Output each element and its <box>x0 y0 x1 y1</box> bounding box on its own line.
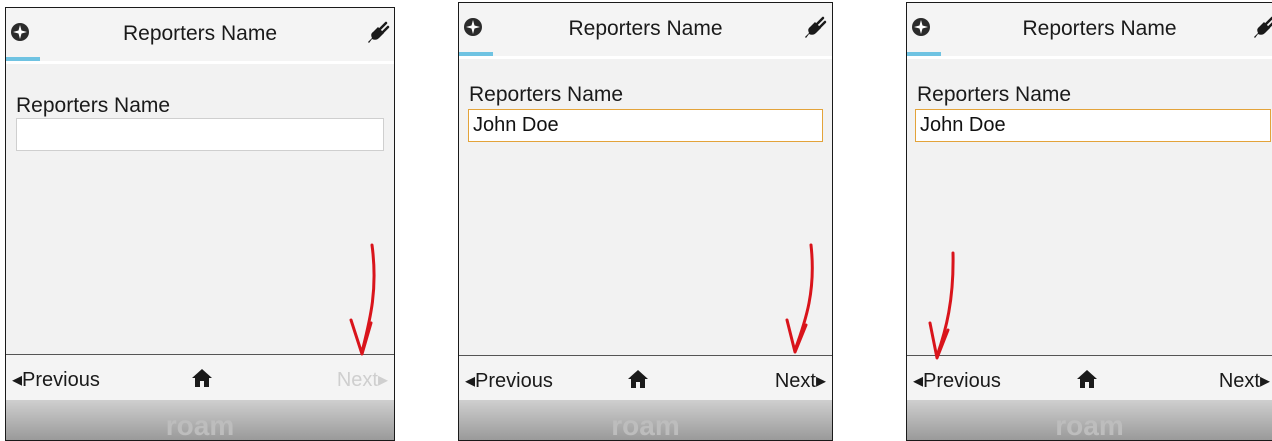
top-bar: Reporters Name <box>6 8 394 62</box>
page-title: Reporters Name <box>568 17 723 40</box>
plug-icon[interactable] <box>803 16 827 40</box>
next-button[interactable]: Next▸ <box>775 368 826 393</box>
caret-right-icon: ▸ <box>815 370 826 392</box>
previous-label: Previous <box>22 369 100 391</box>
next-button[interactable]: Next▸ <box>337 367 388 392</box>
field-label: Reporters Name <box>16 94 171 117</box>
page-title: Reporters Name <box>122 22 278 45</box>
brand-footer: roam <box>459 400 832 440</box>
bottom-nav: ◂Previous Next▸ <box>907 355 1272 402</box>
next-label: Next <box>774 370 816 392</box>
next-button[interactable]: Next▸ <box>1219 368 1270 393</box>
caret-left-icon: ◂ <box>465 370 476 392</box>
next-label: Next <box>336 369 378 391</box>
previous-button[interactable]: ◂Previous <box>12 367 100 392</box>
field-label: Reporters Name <box>469 83 624 106</box>
phone-screen-2: Reporters Name Reporters Name John Doe ◂… <box>458 2 833 441</box>
caret-right-icon: ▸ <box>377 369 388 391</box>
divider <box>907 56 1272 59</box>
top-bar: Reporters Name <box>459 3 832 57</box>
previous-label: Previous <box>475 370 553 392</box>
phone-screen-1: Reporters Name Reporters Name ◂Previous … <box>5 7 395 441</box>
reporters-name-input[interactable]: John Doe <box>468 109 823 142</box>
caret-right-icon: ▸ <box>1259 370 1270 392</box>
home-icon[interactable] <box>191 368 213 388</box>
caret-left-icon: ◂ <box>913 370 924 392</box>
brand-footer: roam <box>907 400 1272 440</box>
brand-footer: roam <box>6 400 394 440</box>
previous-button[interactable]: ◂Previous <box>913 368 1001 393</box>
next-label: Next <box>1218 370 1260 392</box>
home-icon[interactable] <box>627 369 649 389</box>
divider <box>6 61 394 64</box>
bottom-nav: ◂Previous Next▸ <box>459 355 832 402</box>
phone-screen-3: Reporters Name Reporters Name John Doe ◂… <box>906 2 1272 441</box>
top-bar: Reporters Name <box>907 3 1272 57</box>
plug-icon[interactable] <box>1252 16 1272 40</box>
caret-left-icon: ◂ <box>12 369 23 391</box>
page-title: Reporters Name <box>1022 17 1177 40</box>
plug-icon[interactable] <box>366 21 390 45</box>
divider <box>459 56 832 59</box>
home-icon[interactable] <box>1076 369 1098 389</box>
field-label: Reporters Name <box>917 83 1072 106</box>
previous-label: Previous <box>923 370 1001 392</box>
previous-button[interactable]: ◂Previous <box>465 368 553 393</box>
bottom-nav: ◂Previous Next▸ <box>6 354 394 401</box>
reporters-name-input[interactable] <box>16 118 384 151</box>
reporters-name-input[interactable]: John Doe <box>915 109 1271 142</box>
